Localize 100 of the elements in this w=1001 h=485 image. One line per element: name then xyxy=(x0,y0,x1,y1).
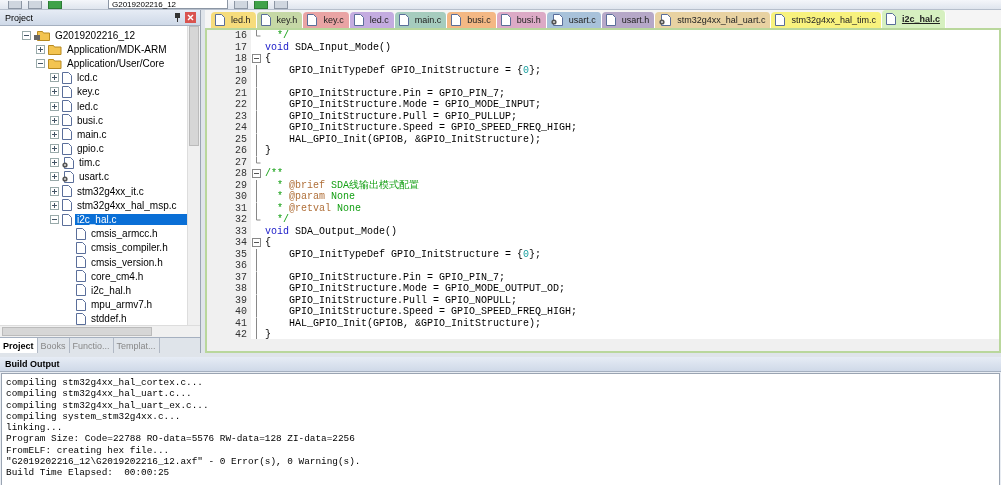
code-line: * @retval None xyxy=(276,202,362,214)
code-line: * @param None xyxy=(276,191,356,203)
tree-item[interactable]: stddef.h xyxy=(89,313,129,325)
file-tab[interactable]: busi.h xyxy=(496,12,547,28)
fold-toggle-icon[interactable] xyxy=(251,237,261,249)
line-number: 20 xyxy=(207,76,251,88)
tree-item[interactable]: busi.c xyxy=(75,114,106,126)
tree-item[interactable]: cmsis_version.h xyxy=(89,256,165,268)
horizontal-scrollbar[interactable] xyxy=(205,339,1001,353)
line-number: 42 xyxy=(207,329,251,339)
tree-item[interactable]: usart.c xyxy=(77,171,111,183)
code-line: GPIO_InitTypeDef GPIO_InitStructure = {0}; xyxy=(288,248,542,260)
expand-icon[interactable] xyxy=(50,73,59,83)
expand-icon[interactable] xyxy=(50,87,59,97)
output-line: Build Time Elapsed: 00:00:25 xyxy=(6,467,171,479)
fold-toggle-icon[interactable] xyxy=(251,168,261,180)
expand-icon[interactable] xyxy=(50,115,59,125)
expand-icon[interactable] xyxy=(50,101,59,111)
tree-item[interactable]: core_cm4.h xyxy=(89,270,146,282)
file-icon xyxy=(62,199,72,212)
file-icon xyxy=(451,14,462,26)
code-line: HAL_GPIO_Init(GPIOB, &GPIO_InitStructure); xyxy=(288,317,542,329)
file-tab[interactable]: key.h xyxy=(256,12,304,28)
output-line: Program Size: Code=22788 RO-data=5576 RW-data=128 ZI-data=2256 xyxy=(6,433,356,445)
output-line: compiling stm32g4xx_hal_uart.c... xyxy=(6,388,193,400)
gear-file-icon xyxy=(62,170,74,183)
panel-tab[interactable]: Project xyxy=(0,338,38,353)
pin-icon[interactable] xyxy=(174,13,181,22)
tree-item[interactable]: mpu_armv7.h xyxy=(89,299,155,311)
file-tab[interactable]: stm32g4xx_hal_tim.c xyxy=(771,12,882,28)
panel-title: Build Output xyxy=(5,359,60,369)
close-icon[interactable] xyxy=(185,12,196,23)
file-icon xyxy=(775,14,786,26)
output-line: "G2019202216_12\G2019202216_12.axf" - 0 Error(s), 0 Warning(s). xyxy=(6,456,362,468)
output-line: compiling system_stm32g4xx.c... xyxy=(6,410,182,423)
folder-icon xyxy=(48,43,62,55)
code-line: */ xyxy=(276,30,289,42)
vertical-scrollbar[interactable] xyxy=(187,26,200,325)
code-line: { xyxy=(264,53,271,65)
target-dropdown[interactable]: G2019202216_12 xyxy=(108,0,228,9)
line-number: 38 xyxy=(207,283,251,295)
tree-item[interactable]: Application/MDK-ARM xyxy=(65,43,169,55)
code-line: GPIO_InitStructure.Pull = GPIO_NOPULL; xyxy=(288,294,518,306)
tree-item[interactable]: cmsis_compiler.h xyxy=(89,242,170,254)
expand-icon[interactable] xyxy=(50,200,59,210)
file-icon xyxy=(353,14,364,26)
tree-item[interactable]: main.c xyxy=(75,128,109,140)
tree-item[interactable]: gpio.c xyxy=(75,143,106,155)
code-line: GPIO_InitStructure.Speed = GPIO_SPEED_FREQ_HIGH; xyxy=(288,306,578,318)
file-icon xyxy=(500,14,511,26)
line-number: 22 xyxy=(207,99,251,111)
file-tab[interactable]: led.c xyxy=(349,12,395,28)
file-icon xyxy=(398,14,409,26)
output-line: compiling stm32g4xx_hal_cortex.c... xyxy=(6,377,204,389)
expand-icon[interactable] xyxy=(50,144,59,154)
tree-item[interactable]: stm32g4xx_it.c xyxy=(75,185,146,197)
tree-item[interactable]: i2c_hal.c xyxy=(75,214,187,226)
tree-item[interactable]: stm32g4xx_hal_msp.c xyxy=(75,199,179,211)
file-tab[interactable]: i2c_hal.c xyxy=(881,10,946,28)
file-tab[interactable]: busi.c xyxy=(447,12,497,28)
tree-item[interactable]: lcd.c xyxy=(75,72,100,84)
line-number: 34 xyxy=(207,237,251,249)
tree-item[interactable]: Application/User/Core xyxy=(65,57,167,69)
file-tab[interactable]: led.h xyxy=(211,12,257,28)
tree-item[interactable]: cmsis_armcc.h xyxy=(89,228,160,240)
file-icon xyxy=(62,213,72,226)
output-line: linking... xyxy=(6,422,64,434)
tree-item[interactable]: tim.c xyxy=(77,157,103,169)
file-tab[interactable]: stm32g4xx_hal_uart.c xyxy=(655,12,772,28)
horizontal-scrollbar[interactable] xyxy=(0,325,200,337)
collapse-icon[interactable] xyxy=(36,58,45,68)
collapse-icon[interactable] xyxy=(22,30,31,40)
file-icon xyxy=(62,185,72,198)
code-line: GPIO_InitStructure.Pull = GPIO_PULLUP; xyxy=(288,110,518,122)
folder-icon xyxy=(48,57,62,69)
file-tab[interactable]: usart.c xyxy=(546,12,602,28)
file-icon xyxy=(76,256,86,269)
expand-icon[interactable] xyxy=(50,158,59,168)
gear-file-icon xyxy=(62,156,74,169)
fold-toggle-icon[interactable] xyxy=(251,53,261,65)
tree-item[interactable]: G2019202216_12 xyxy=(53,29,138,41)
expand-icon[interactable] xyxy=(50,129,59,139)
expand-icon[interactable] xyxy=(50,186,59,196)
code-line: GPIO_InitTypeDef GPIO_InitStructure = {0}; xyxy=(288,64,542,76)
file-tab[interactable]: key.c xyxy=(303,12,350,28)
tree-item[interactable]: key.c xyxy=(75,86,102,98)
expand-icon[interactable] xyxy=(50,172,59,182)
tree-item[interactable]: led.c xyxy=(75,100,101,112)
file-tab[interactable]: usart.h xyxy=(601,12,656,28)
file-tab[interactable]: main.c xyxy=(394,12,448,28)
file-icon xyxy=(76,312,86,325)
line-number: 36 xyxy=(207,260,251,272)
line-number: 18 xyxy=(207,53,251,65)
gear-file-icon xyxy=(550,14,563,26)
file-icon xyxy=(62,100,72,113)
collapse-icon[interactable] xyxy=(50,215,59,225)
code-line: void SDA_Input_Mode() xyxy=(264,41,392,53)
code-line: HAL_GPIO_Init(GPIOB, &GPIO_InitStructure); xyxy=(288,133,542,145)
tree-item[interactable]: i2c_hal.h xyxy=(89,284,134,296)
expand-icon[interactable] xyxy=(36,44,45,54)
